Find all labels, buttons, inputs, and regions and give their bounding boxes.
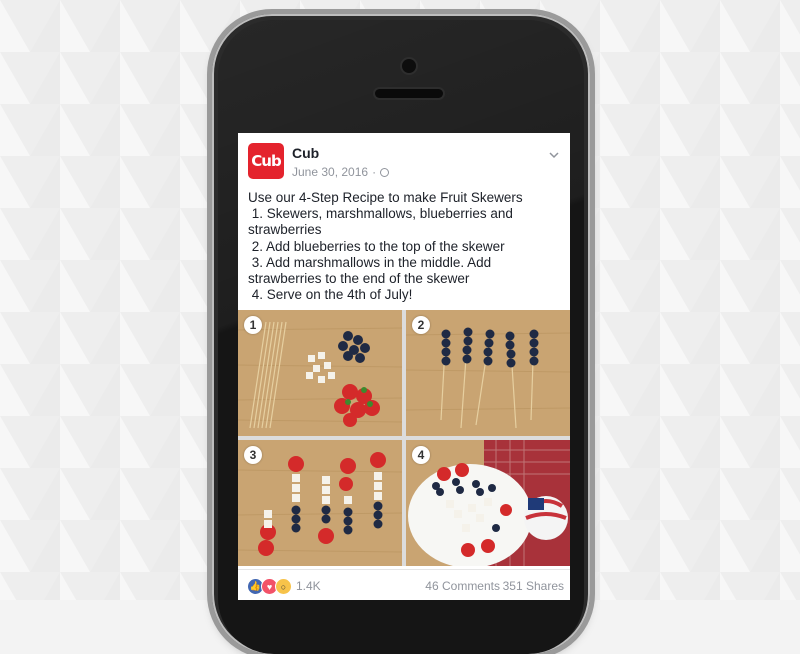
photo-grid: 1 2 3 4 bbox=[238, 310, 570, 566]
step-badge: 4 bbox=[412, 446, 430, 464]
photo-step-3[interactable]: 3 bbox=[238, 440, 402, 566]
photo-step-1[interactable]: 1 bbox=[238, 310, 402, 436]
blueberry-skewers-photo bbox=[406, 310, 570, 436]
post-footer: 👍 ♥ ○ 1.4K 46 Comments 351 Shares bbox=[238, 569, 570, 600]
avatar[interactable]: Cub bbox=[248, 143, 284, 179]
chevron-down-icon[interactable] bbox=[548, 149, 560, 161]
comments-count[interactable]: 46 Comments bbox=[425, 579, 500, 593]
camera-icon bbox=[402, 59, 416, 73]
meta-separator: · bbox=[372, 165, 377, 179]
author-name[interactable]: Cub bbox=[292, 145, 319, 161]
step-badge: 1 bbox=[244, 316, 262, 334]
reaction-count[interactable]: 1.4K bbox=[296, 579, 321, 593]
post-header: Cub Cub June 30, 2016 · bbox=[248, 143, 560, 183]
globe-icon bbox=[380, 167, 390, 177]
assembled-skewers-photo bbox=[238, 440, 402, 566]
facebook-post: Cub Cub June 30, 2016 · Use our 4-Step R… bbox=[238, 133, 570, 600]
served-skewers-photo bbox=[406, 440, 570, 566]
wow-icon: ○ bbox=[275, 578, 292, 595]
skewers-ingredients-photo bbox=[238, 310, 402, 436]
reactions[interactable]: 👍 ♥ ○ bbox=[247, 578, 292, 595]
photo-step-2[interactable]: 2 bbox=[406, 310, 570, 436]
photo-step-4[interactable]: 4 bbox=[406, 440, 570, 566]
step-badge: 3 bbox=[244, 446, 262, 464]
post-date[interactable]: June 30, 2016 bbox=[292, 165, 368, 179]
post-meta: June 30, 2016 · bbox=[292, 165, 390, 179]
post-text: Use our 4-Step Recipe to make Fruit Skew… bbox=[248, 190, 523, 303]
step-badge: 2 bbox=[412, 316, 430, 334]
shares-count[interactable]: 351 Shares bbox=[503, 579, 564, 593]
speaker-grille bbox=[375, 89, 443, 98]
